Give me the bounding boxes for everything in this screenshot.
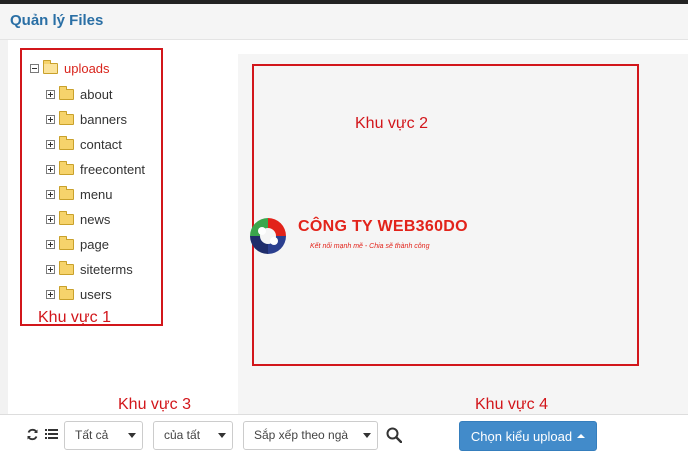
company-logo: CÔNG TY WEB360DO Kết nối mạnh mẽ - Chia …	[240, 208, 468, 268]
search-icon[interactable]	[386, 427, 402, 443]
page-title: Quản lý Files	[10, 12, 104, 29]
logo-tagline: Kết nối mạnh mẽ - Chia sẽ thành công	[310, 243, 430, 250]
sort-value: Sắp xếp theo ngà	[254, 428, 349, 442]
upload-type-button[interactable]: Chọn kiểu upload	[459, 421, 597, 451]
caret-up-icon	[577, 434, 586, 438]
zone-1-label: Khu vực 1	[38, 309, 111, 326]
zone-1-outline	[20, 48, 163, 326]
left-gutter	[0, 40, 8, 472]
page-header: Quản lý Files	[0, 4, 688, 40]
sort-select[interactable]: Sắp xếp theo ngà	[243, 421, 378, 450]
owner-select[interactable]: của tất	[153, 421, 233, 450]
chevron-down-icon	[218, 433, 226, 438]
chevron-down-icon	[363, 433, 371, 438]
logo-company-name: CÔNG TY WEB360DO	[298, 218, 468, 235]
refresh-icon[interactable]	[26, 428, 39, 441]
upload-button-label: Chọn kiểu upload	[470, 428, 573, 444]
chevron-down-icon	[128, 433, 136, 438]
zone-4-label: Khu vực 4	[475, 396, 548, 413]
list-view-icon[interactable]	[45, 428, 58, 440]
zone-3-label: Khu vực 3	[118, 396, 191, 413]
file-type-value: Tất cả	[75, 428, 109, 442]
logo-emblem-icon	[250, 218, 286, 254]
zone-2-label: Khu vực 2	[355, 115, 428, 132]
file-type-select[interactable]: Tất cả	[64, 421, 143, 450]
owner-value: của tất	[164, 428, 201, 442]
